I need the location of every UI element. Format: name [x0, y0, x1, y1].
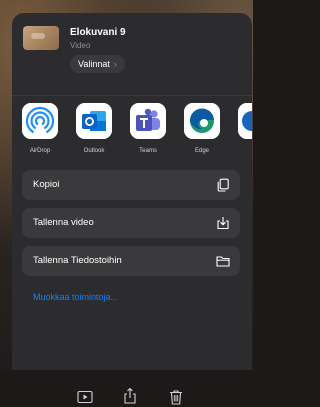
copy-icon	[217, 178, 229, 192]
item-title: Elokuvani 9	[70, 27, 126, 38]
outlook-icon	[76, 103, 112, 139]
share-sheet-header: Elokuvani 9 Video Valinnat ›	[12, 13, 252, 93]
folder-icon	[216, 256, 230, 267]
airdrop-icon	[22, 103, 58, 139]
action-label: Tallenna video	[33, 217, 94, 228]
options-label: Valinnat	[78, 59, 110, 69]
save-download-icon	[217, 217, 229, 230]
app-teams[interactable]: Teams	[126, 103, 170, 163]
app-label: Teams	[139, 148, 157, 154]
edge-icon	[184, 103, 220, 139]
play-icon[interactable]	[77, 389, 93, 405]
app-label: Or	[228, 148, 252, 154]
action-label: Kopioi	[33, 179, 60, 190]
trash-icon[interactable]	[168, 389, 184, 405]
bottom-toolbar	[0, 375, 253, 407]
options-button[interactable]: Valinnat ›	[70, 55, 125, 73]
app-partial[interactable]: Or	[234, 103, 252, 163]
action-label: Tallenna Tiedostoihin	[33, 255, 122, 266]
teams-icon	[130, 103, 166, 139]
action-save-video[interactable]: Tallenna video	[22, 208, 240, 238]
app-outlook[interactable]: Outlook	[72, 103, 116, 163]
item-subtitle: Video	[70, 41, 91, 50]
edit-actions-link[interactable]: Muokkaa toimintoja...	[33, 292, 118, 302]
app-label: AirDrop	[29, 148, 51, 154]
app-icon	[238, 103, 252, 139]
share-icon[interactable]	[122, 388, 138, 404]
video-thumbnail	[23, 26, 59, 50]
app-label: Edge	[194, 148, 209, 154]
app-airdrop[interactable]: AirDrop	[18, 103, 62, 163]
share-sheet: Elokuvani 9 Video Valinnat › AirDrop Out…	[12, 13, 252, 370]
action-save-to-files[interactable]: Tallenna Tiedostoihin	[22, 246, 240, 276]
chevron-right-icon: ›	[113, 59, 117, 69]
apps-row[interactable]: AirDrop Outlook Teams Edge	[12, 95, 252, 166]
action-copy[interactable]: Kopioi	[22, 170, 240, 200]
app-label: Outlook	[83, 148, 105, 154]
app-edge[interactable]: Edge	[180, 103, 224, 163]
